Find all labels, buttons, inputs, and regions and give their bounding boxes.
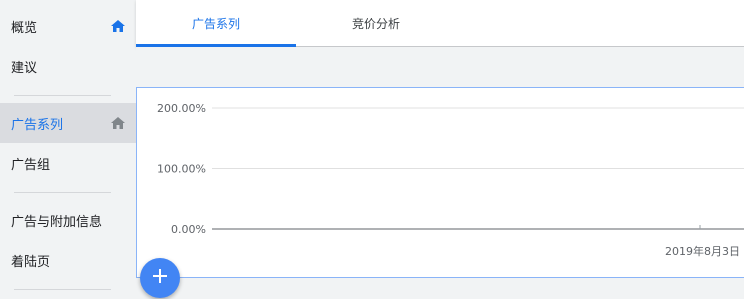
- main-content: 200.00% 100.00% 0.00% 2019年8月3日: [136, 47, 744, 299]
- sidebar-divider: [14, 289, 111, 290]
- home-icon: [110, 115, 126, 131]
- plus-icon: [151, 267, 169, 289]
- sidebar-item-ads-extensions[interactable]: 广告与附加信息: [0, 200, 136, 240]
- y-tick-label: 0.00%: [171, 223, 206, 236]
- tab-campaigns[interactable]: 广告系列: [136, 0, 296, 47]
- sidebar-divider: [14, 95, 111, 96]
- sidebar-divider: [14, 192, 111, 193]
- x-tick-label: 2019年8月3日: [665, 244, 740, 258]
- sidebar-item-label: 概览: [11, 20, 38, 36]
- sidebar-item-landing-pages[interactable]: 着陆页: [0, 240, 136, 280]
- sidebar-item-label: 广告系列: [11, 117, 64, 133]
- tab-label: 广告系列: [191, 16, 240, 31]
- tab-auction-insights[interactable]: 竞价分析: [296, 0, 456, 46]
- sidebar-item-recommendations[interactable]: 建议: [0, 46, 136, 86]
- tab-bar: 广告系列 竞价分析: [136, 0, 744, 47]
- sidebar: 概览 建议 广告系列 广告组 广告与附加信息 着陆页: [0, 0, 136, 299]
- tab-label: 竞价分析: [351, 16, 400, 31]
- sidebar-item-label: 着陆页: [11, 254, 51, 270]
- chart: 200.00% 100.00% 0.00% 2019年8月3日: [157, 102, 744, 258]
- sidebar-item-label: 建议: [11, 60, 38, 76]
- home-icon: [110, 18, 126, 34]
- y-tick-label: 200.00%: [157, 102, 206, 115]
- y-tick-label: 100.00%: [157, 163, 206, 176]
- chart-card: 200.00% 100.00% 0.00% 2019年8月3日: [136, 87, 744, 278]
- add-button[interactable]: [140, 258, 180, 298]
- sidebar-item-campaigns[interactable]: 广告系列: [0, 103, 136, 143]
- sidebar-item-ad-groups[interactable]: 广告组: [0, 143, 136, 183]
- sidebar-item-label: 广告组: [11, 157, 51, 173]
- sidebar-item-overview[interactable]: 概览: [0, 6, 136, 46]
- sidebar-item-label: 广告与附加信息: [11, 214, 103, 230]
